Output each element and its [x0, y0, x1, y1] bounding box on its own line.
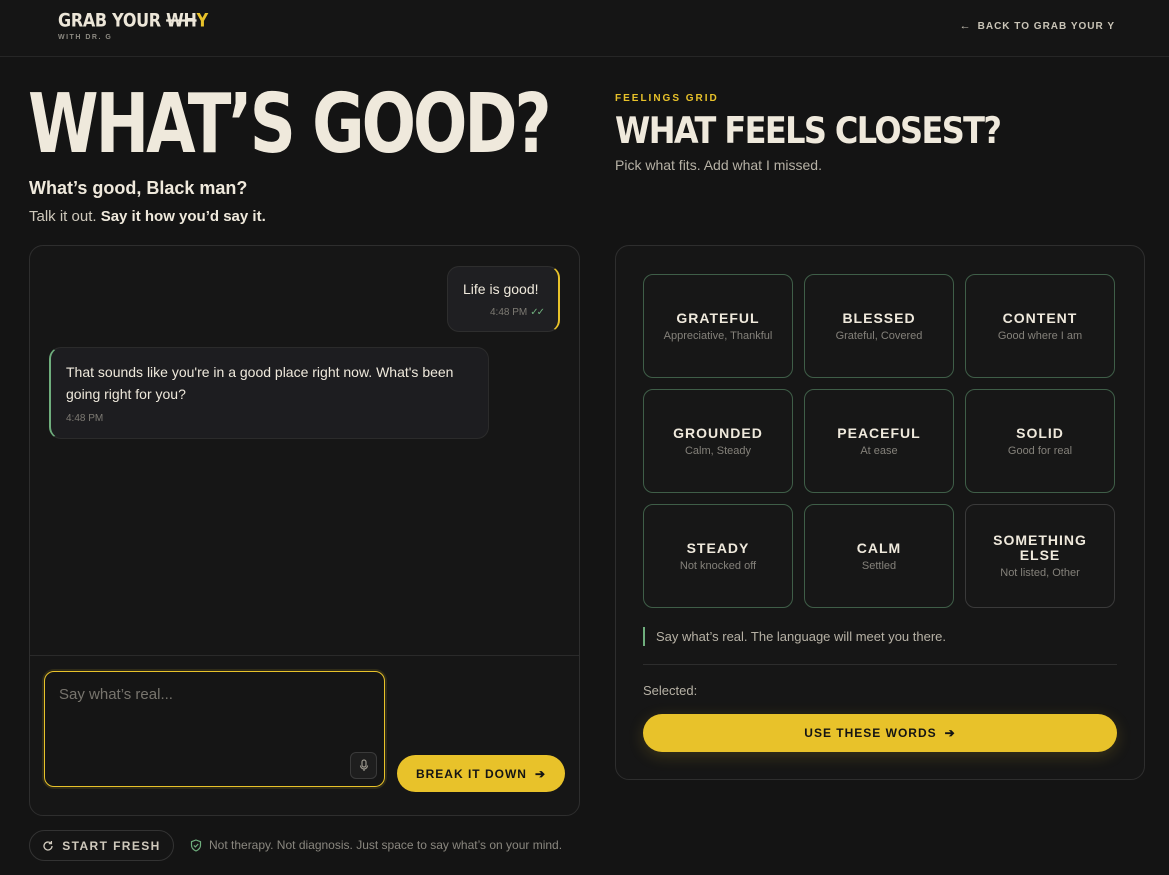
- break-it-down-button[interactable]: BREAK IT DOWN ➔: [397, 755, 565, 792]
- feeling-description: Not knocked off: [679, 559, 757, 572]
- disclaimer-text: Not therapy. Not diagnosis. Just space t…: [209, 838, 563, 852]
- shield-check-icon: [190, 838, 202, 852]
- feelings-subtitle: Pick what fits. Add what I missed.: [615, 157, 822, 173]
- feeling-card-calm[interactable]: CALM Settled: [804, 504, 954, 608]
- microphone-icon: [359, 759, 368, 771]
- feeling-name: SOMETHING ELSE: [993, 532, 1087, 563]
- feeling-name: CALM: [856, 539, 902, 556]
- use-these-words-label: USE THESE WORDS: [804, 726, 937, 740]
- top-bar: GRAB YOUR WHY WITH DR. G ← BACK TO GRAB …: [0, 0, 1169, 57]
- feeling-name: SOLID: [1016, 424, 1064, 441]
- feeling-name: STEADY: [686, 539, 750, 556]
- assistant-message: That sounds like you're in a good place …: [49, 347, 489, 439]
- feeling-card-peaceful[interactable]: PEACEFUL At ease: [804, 389, 954, 493]
- feeling-name: BLESSED: [842, 309, 916, 326]
- page-subtitle: What’s good, Black man?: [29, 178, 248, 198]
- message-text: That sounds like you're in a good place …: [66, 364, 454, 402]
- feeling-description: Good for real: [1007, 444, 1073, 457]
- feeling-description: Appreciative, Thankful: [663, 329, 773, 342]
- arrow-right-icon: ➔: [944, 726, 956, 740]
- message-composer: BREAK IT DOWN ➔: [30, 655, 579, 815]
- feeling-card-solid[interactable]: SOLID Good for real: [965, 389, 1115, 493]
- message-input-box: [44, 671, 385, 787]
- back-link-label: BACK TO GRAB YOUR Y: [977, 20, 1115, 32]
- user-message: Life is good! 4:48 PM ✓✓: [447, 266, 560, 332]
- feeling-card-grounded[interactable]: GROUNDED Calm, Steady: [643, 389, 793, 493]
- page-tagline: Talk it out. Say it how you’d say it.: [29, 208, 266, 225]
- disclaimer: Not therapy. Not diagnosis. Just space t…: [190, 838, 562, 852]
- feeling-name: GROUNDED: [673, 424, 763, 441]
- feelings-panel: GRATEFUL Appreciative, Thankful BLESSED …: [615, 245, 1145, 780]
- microphone-button[interactable]: [350, 752, 377, 779]
- message-time: 4:48 PM ✓✓: [489, 307, 545, 318]
- refresh-icon: [43, 840, 53, 851]
- feeling-description: Not listed, Other: [1000, 567, 1080, 579]
- feelings-hint: Say what’s real. The language will meet …: [643, 627, 946, 646]
- feeling-name: CONTENT: [1002, 309, 1078, 326]
- logo-subtitle: WITH DR. G: [58, 34, 113, 41]
- feeling-name: PEACEFUL: [837, 424, 921, 441]
- feeling-description: Good where I am: [997, 329, 1083, 342]
- logo[interactable]: GRAB YOUR WHY WITH DR. G: [58, 9, 208, 41]
- chat-panel: Life is good! 4:48 PM ✓✓ That sounds like…: [29, 245, 580, 816]
- use-these-words-button[interactable]: USE THESE WORDS ➔: [643, 714, 1117, 752]
- arrow-left-icon: ←: [959, 20, 972, 32]
- start-fresh-label: START FRESH: [62, 838, 161, 853]
- read-check-icon: ✓✓: [530, 307, 545, 318]
- feeling-description: Settled: [861, 559, 897, 572]
- feeling-card-something-else[interactable]: SOMETHING ELSE Not listed, Other: [965, 504, 1115, 608]
- feeling-description: Calm, Steady: [684, 444, 752, 457]
- message-time: 4:48 PM: [66, 413, 104, 424]
- chat-messages[interactable]: Life is good! 4:48 PM ✓✓ That sounds like…: [30, 246, 579, 657]
- feelings-grid: GRATEFUL Appreciative, Thankful BLESSED …: [643, 274, 1115, 608]
- start-fresh-button[interactable]: START FRESH: [29, 830, 174, 861]
- feeling-description: Grateful, Covered: [835, 329, 923, 342]
- back-link[interactable]: ← BACK TO GRAB YOUR Y: [960, 20, 1115, 32]
- arrow-right-icon: ➔: [534, 766, 547, 781]
- logo-title: GRAB YOUR WHY: [58, 9, 208, 31]
- feeling-card-steady[interactable]: STEADY Not knocked off: [643, 504, 793, 608]
- feeling-card-content[interactable]: CONTENT Good where I am: [965, 274, 1115, 378]
- feeling-name: GRATEFUL: [676, 309, 760, 326]
- break-it-down-label: BREAK IT DOWN: [415, 766, 527, 781]
- selected-label: Selected:: [643, 683, 698, 698]
- page-title: WHAT’S GOOD?: [28, 77, 552, 173]
- feelings-title: WHAT FEELS CLOSEST?: [615, 108, 1002, 153]
- feeling-card-grateful[interactable]: GRATEFUL Appreciative, Thankful: [643, 274, 793, 378]
- feelings-eyebrow: FEELINGS GRID: [615, 93, 719, 104]
- divider: [643, 664, 1117, 665]
- message-input[interactable]: [45, 672, 384, 786]
- feeling-description: At ease: [860, 444, 898, 457]
- message-text: Life is good!: [463, 281, 539, 297]
- feeling-card-blessed[interactable]: BLESSED Grateful, Covered: [804, 274, 954, 378]
